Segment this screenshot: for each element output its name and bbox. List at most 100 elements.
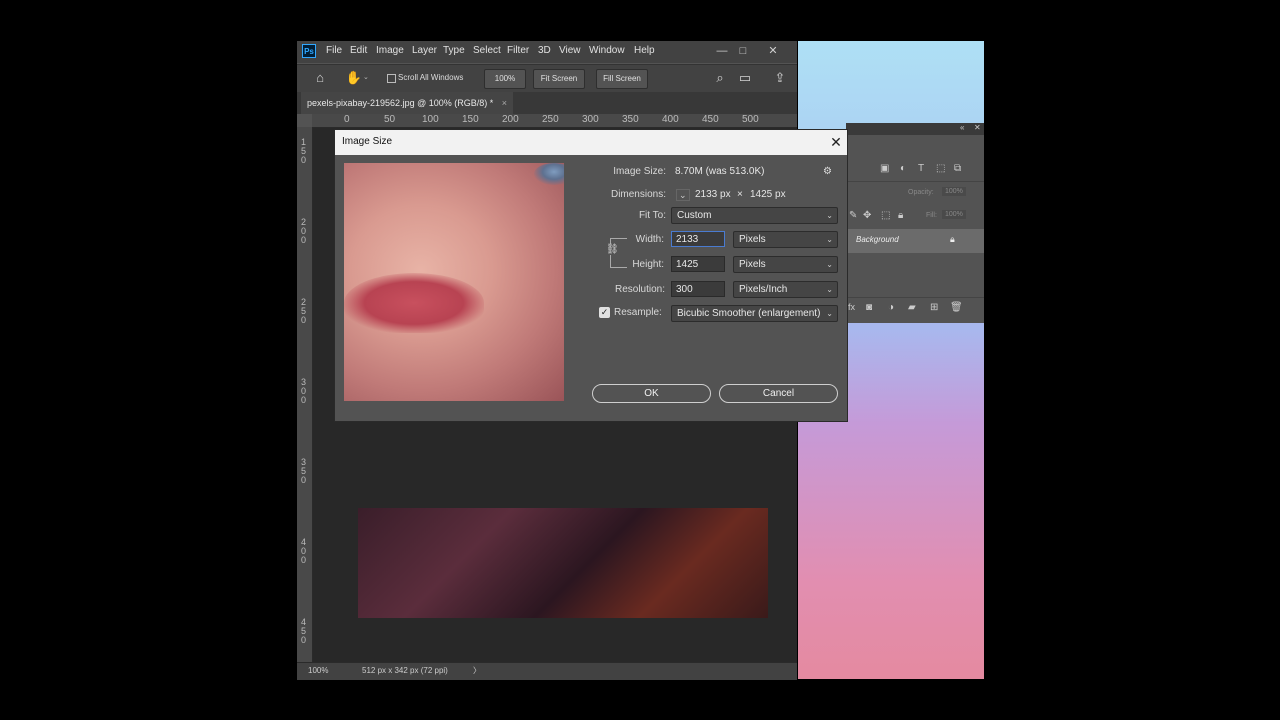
fill-label: Fill: xyxy=(926,212,937,219)
ruler-tick: 350 xyxy=(622,114,639,125)
preview-lips xyxy=(344,273,484,333)
dialog-close-button[interactable]: ✕ xyxy=(827,132,845,152)
menu-type[interactable]: Type xyxy=(443,45,465,56)
resolution-label: Resolution: xyxy=(614,284,665,295)
restore-button[interactable]: □ xyxy=(733,43,753,59)
ruler-tick: 100 xyxy=(422,114,439,125)
lock-row: ✎ ✥ ⬚ 🔒︎ Fill: 100% xyxy=(846,207,984,227)
menu-bar: Ps File Edit Image Layer Type Select Fil… xyxy=(297,41,797,63)
ruler-tick: 0 xyxy=(301,235,307,245)
resample-value: Bicubic Smoother (enlargement) xyxy=(677,308,821,319)
fit-screen-button[interactable]: Fit Screen xyxy=(533,69,585,89)
mask-icon[interactable]: ◙ xyxy=(866,302,872,313)
hand-tool-icon[interactable]: ✋ xyxy=(345,69,363,87)
document-tab-bar: pexels-pixabay-219562.jpg @ 100% (RGB/8)… xyxy=(297,92,797,114)
menu-3d[interactable]: 3D xyxy=(538,45,551,56)
resample-checkbox[interactable]: ✓ xyxy=(599,307,610,318)
vertical-ruler: 150200250300350400450 xyxy=(297,127,313,663)
status-arrow-icon[interactable]: 〉 xyxy=(473,665,481,676)
lock-artboard-icon[interactable]: ⬚ xyxy=(881,210,890,221)
adjustment-layer-icon[interactable]: ◑ xyxy=(888,302,894,313)
dialog-title: Image Size xyxy=(342,136,393,147)
document-tab[interactable]: pexels-pixabay-219562.jpg @ 100% (RGB/8)… xyxy=(301,92,514,114)
minimize-button[interactable]: — xyxy=(712,43,732,59)
share-icon[interactable]: ⇪ xyxy=(771,69,789,87)
lock-all-icon[interactable]: 🔒︎ xyxy=(898,210,903,221)
ok-button[interactable]: OK xyxy=(592,384,711,403)
layer-row-background[interactable]: Background 🔒︎ xyxy=(846,229,984,253)
chevron-down-icon: ⌄ xyxy=(826,285,833,294)
search-icon[interactable]: ⌕ xyxy=(711,69,729,87)
fit-to-select[interactable]: Custom ⌄ xyxy=(671,207,838,224)
dimensions-label: Dimensions: xyxy=(610,189,666,200)
menu-select[interactable]: Select xyxy=(473,45,501,56)
menu-help[interactable]: Help xyxy=(634,45,655,56)
fill-field[interactable]: 100% xyxy=(942,210,966,219)
chevron-down-icon[interactable]: ⌄ xyxy=(363,73,369,81)
width-input[interactable]: 2133 xyxy=(671,231,725,247)
settings-gear-icon[interactable]: ⚙ xyxy=(823,166,832,177)
image-preview[interactable] xyxy=(344,163,564,401)
close-tab-icon[interactable]: × xyxy=(502,98,507,108)
group-folder-icon[interactable]: ▰ xyxy=(908,302,916,313)
filter-adjustment-icon[interactable]: ◐ xyxy=(900,163,906,174)
ruler-tick: 50 xyxy=(384,114,396,125)
filter-shape-icon[interactable]: ⬚ xyxy=(936,163,945,174)
ruler-tick: 450 xyxy=(702,114,719,125)
dimensions-x: × xyxy=(737,189,743,200)
dimensions-chevron-icon[interactable]: ⌄ xyxy=(676,189,690,201)
options-bar: ⌂ ✋ ⌄ Scroll All Windows 100% Fit Screen… xyxy=(297,64,797,92)
menu-layer[interactable]: Layer xyxy=(412,45,437,56)
chevron-down-icon: ⌄ xyxy=(826,309,833,318)
ruler-tick: 0 xyxy=(301,475,307,485)
lock-pixels-icon[interactable]: ✎ xyxy=(849,210,857,221)
close-panel-icon[interactable]: ✕ xyxy=(974,123,981,132)
fit-to-label: Fit To: xyxy=(638,210,666,221)
ruler-tick: 0 xyxy=(301,635,307,645)
layer-name: Background xyxy=(856,235,899,244)
fill-screen-button[interactable]: Fill Screen xyxy=(596,69,648,89)
fit-to-value: Custom xyxy=(677,210,712,221)
chevron-down-icon: ⌄ xyxy=(826,260,833,269)
height-unit-select[interactable]: Pixels ⌄ xyxy=(733,256,838,273)
scroll-all-windows-checkbox[interactable] xyxy=(387,74,396,83)
ruler-tick: 0 xyxy=(301,395,307,405)
ruler-tick: 0 xyxy=(301,155,307,165)
resolution-unit-select[interactable]: Pixels/Inch ⌄ xyxy=(733,281,838,298)
close-window-button[interactable]: ✕ xyxy=(763,43,783,59)
menu-filter[interactable]: Filter xyxy=(507,45,529,56)
ruler-tick: 0 xyxy=(301,555,307,565)
menu-image[interactable]: Image xyxy=(376,45,404,56)
cancel-button[interactable]: Cancel xyxy=(719,384,838,403)
height-label: Height: xyxy=(632,259,664,270)
collapse-panel-icon[interactable]: « xyxy=(960,123,964,132)
opacity-field[interactable]: 100% xyxy=(942,187,966,196)
image-size-value: 8.70M (was 513.0K) xyxy=(675,166,765,177)
menu-window[interactable]: Window xyxy=(589,45,625,56)
filter-type-icon[interactable]: T xyxy=(918,163,924,174)
lock-position-icon[interactable]: ✥ xyxy=(863,210,871,221)
height-unit-value: Pixels xyxy=(739,259,766,270)
dialog-title-bar: Image Size ✕ xyxy=(335,130,847,155)
resolution-unit-value: Pixels/Inch xyxy=(739,284,788,295)
home-icon[interactable]: ⌂ xyxy=(311,69,329,87)
workspace-icon[interactable]: ▭ xyxy=(736,69,754,87)
width-unit-select[interactable]: Pixels ⌄ xyxy=(733,231,838,248)
menu-view[interactable]: View xyxy=(559,45,581,56)
layers-panel: « ✕ ▣ ◐ T ⬚ ⧉ Opacity: 100% ✎ ✥ ⬚ 🔒︎ Fil… xyxy=(846,123,984,323)
height-input[interactable]: 1425 xyxy=(671,256,725,272)
filter-smart-icon[interactable]: ⧉ xyxy=(954,163,961,174)
filter-image-icon[interactable]: ▣ xyxy=(880,163,889,174)
menu-file[interactable]: File xyxy=(326,45,342,56)
status-bar: 100% 512 px x 342 px (72 ppi) 〉 xyxy=(297,662,797,680)
resolution-input[interactable]: 300 xyxy=(671,281,725,297)
resample-select[interactable]: Bicubic Smoother (enlargement) ⌄ xyxy=(671,305,838,322)
status-document-info: 512 px x 342 px (72 ppi) xyxy=(362,666,448,675)
image-size-label: Image Size: xyxy=(613,166,666,177)
fx-icon[interactable]: fx xyxy=(848,302,855,312)
link-chain-icon[interactable]: ⛓ xyxy=(606,244,619,255)
zoom-100-button[interactable]: 100% xyxy=(484,69,526,89)
trash-icon[interactable]: 🗑︎ xyxy=(950,302,963,313)
menu-edit[interactable]: Edit xyxy=(350,45,367,56)
new-layer-icon[interactable]: ⊞ xyxy=(930,302,938,313)
